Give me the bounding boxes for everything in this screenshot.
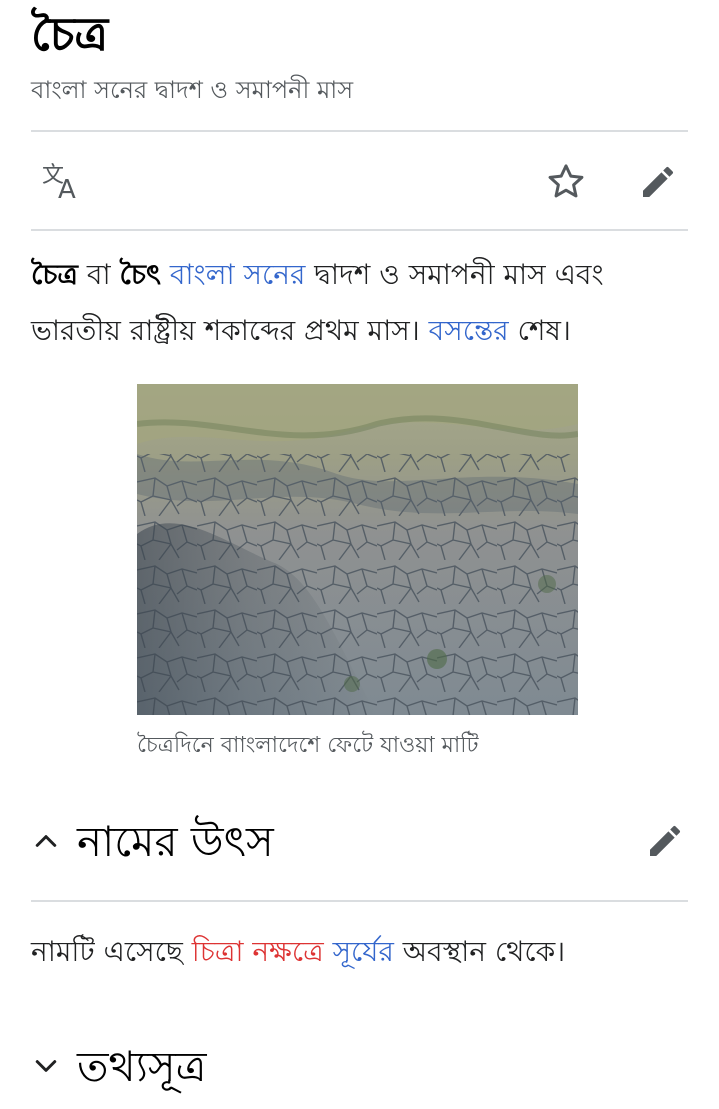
lead-paragraph: চৈত্র বা চৈৎ বাংলা সনের দ্বাদশ ও সমাপনী … bbox=[31, 258, 604, 347]
cracked-soil-image[interactable] bbox=[137, 384, 578, 715]
red-link-chitra-nakshatra[interactable]: চিত্রা নক্ষত্রে bbox=[192, 935, 324, 968]
chevron-up-icon[interactable] bbox=[31, 826, 61, 856]
section-title: তথ্যসূত্র bbox=[77, 1042, 207, 1091]
section-heading-name-origin[interactable]: নামের উৎস bbox=[31, 812, 688, 872]
edit-section-button[interactable] bbox=[642, 818, 688, 864]
svg-text:A: A bbox=[58, 175, 76, 202]
chevron-down-icon[interactable] bbox=[31, 1051, 61, 1081]
pencil-icon bbox=[650, 825, 680, 856]
bold-term: চৈৎ bbox=[119, 258, 161, 291]
page-actions-toolbar: 文 A bbox=[31, 133, 688, 229]
star-outline-icon bbox=[548, 164, 584, 198]
divider bbox=[31, 900, 688, 902]
divider bbox=[31, 130, 688, 132]
bold-term: চৈত্র bbox=[31, 258, 79, 291]
pencil-icon bbox=[643, 166, 673, 197]
language-button[interactable]: 文 A bbox=[37, 157, 87, 207]
section-title: নামের উৎস bbox=[77, 817, 274, 866]
article-page: চৈত্র বাংলা সনের দ্বাদশ ও সমাপনী মাস 文 A… bbox=[0, 0, 719, 1109]
watch-star-button[interactable] bbox=[541, 157, 591, 207]
section-heading-references[interactable]: তথ্যসূত্র bbox=[31, 1037, 688, 1097]
link-spring[interactable]: বসন্তের bbox=[429, 314, 509, 347]
edit-page-button[interactable] bbox=[633, 157, 683, 207]
link-bangla-calendar[interactable]: বাংলা সনের bbox=[170, 258, 306, 291]
image-caption: চৈত্রদিনে বাাংলাদেশে ফেটে যাওয়া মাটি bbox=[137, 733, 479, 758]
cracked-soil-photo bbox=[137, 384, 578, 715]
page-description: বাংলা সনের দ্বাদশ ও সমাপনী মাস bbox=[31, 76, 354, 104]
translate-icon: 文 A bbox=[42, 163, 76, 202]
page-title: চৈত্র bbox=[31, 7, 109, 61]
section-paragraph: নামটি এসেছে চিত্রা নক্ষত্রে সূর্যের অবস্… bbox=[31, 935, 566, 968]
link-sun[interactable]: সূর্যের bbox=[333, 935, 394, 968]
divider bbox=[31, 229, 688, 231]
